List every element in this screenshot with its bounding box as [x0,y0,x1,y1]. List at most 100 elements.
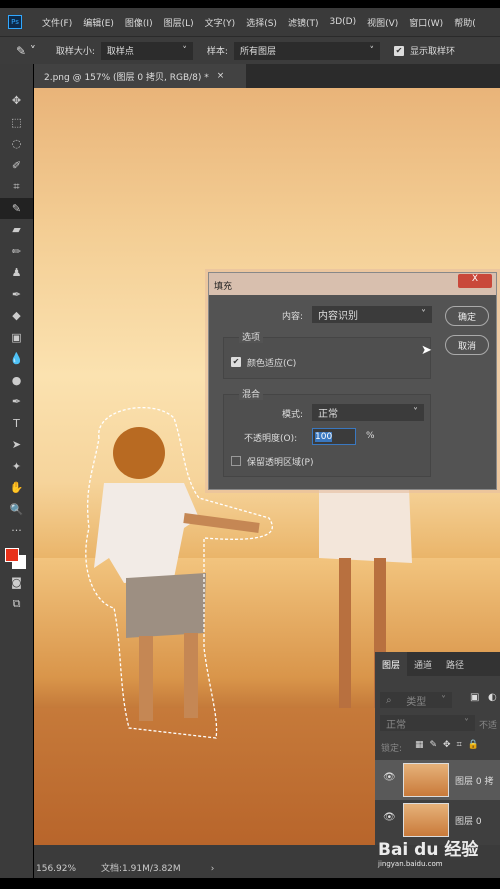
opacity-unit: % [366,431,375,441]
close-tab-icon[interactable]: × [217,71,225,81]
blend-mode-select[interactable]: 正常 ˅ [380,715,475,731]
mode-value: 正常 [318,409,338,420]
more-tools-icon[interactable]: ··· [0,520,33,542]
eraser-tool-icon[interactable]: ◆ [0,305,33,327]
menu-select[interactable]: 选择(S) [246,16,277,29]
color-adapt-checkbox[interactable]: ✔ [231,357,241,367]
color-adapt-label: 颜色适应(C) [247,359,297,369]
menu-filter[interactable]: 滤镜(T) [288,16,319,29]
sample-select[interactable]: 所有图层 ˅ [233,41,380,60]
content-label: 内容: [282,312,304,322]
menu-view[interactable]: 视图(V) [367,16,398,29]
menu-layer[interactable]: 图层(L) [164,16,194,29]
menu-image[interactable]: 图像(I) [125,16,153,29]
sample-value: 所有图层 [239,47,276,57]
dodge-tool-icon[interactable]: ● [0,370,33,392]
baidu-watermark: Bai du 经验 jingyan.baidu.com [378,835,478,868]
preserve-transparency-label: 保留透明区域(P) [247,458,314,468]
options-group-label: 选项 [239,330,264,343]
menu-window[interactable]: 窗口(W) [409,16,443,29]
brush-tool-icon[interactable]: ✏ [0,241,33,263]
show-ring-checkbox[interactable]: ✔ [393,45,404,56]
opacity-value: 100 [315,432,333,442]
lasso-tool-icon[interactable]: ◌ [0,133,33,155]
tab-paths[interactable]: 路径 [439,652,471,676]
layer-thumbnail [403,763,449,797]
status-arrow-icon[interactable]: › [211,864,215,874]
layer-row[interactable]: 👁 图层 0 [375,800,500,840]
layer-row[interactable]: 👁 图层 0 拷 [375,760,500,800]
quick-mask-icon[interactable]: ◙ [0,572,33,594]
screen-mode-icon[interactable]: ⧉ [0,593,33,615]
content-value: 内容识别 [318,311,358,322]
mode-label: 模式: [282,410,304,420]
healing-brush-icon[interactable]: ▰ [0,219,33,241]
layer-opacity-label: 不适 [479,721,498,731]
eyedropper-tool-icon[interactable]: ✎ [0,197,33,219]
opacity-label: 不透明度(O): [244,434,298,444]
dialog-close-button[interactable]: X [458,274,492,288]
shape-tool-icon[interactable]: ✦ [0,456,33,478]
stamp-tool-icon[interactable]: ♟ [0,262,33,284]
menu-bar: Ps 文件(F) 编辑(E) 图像(I) 图层(L) 文字(Y) 选择(S) 滤… [0,8,500,36]
sample-size-value: 取样点 [106,47,134,57]
options-bar: ✎ ˅ 取样大小: 取样点 ˅ 样本: 所有图层 ˅ ✔ 显示取样环 [0,36,500,64]
chevron-down-icon: ˅ [369,45,374,56]
eye-icon[interactable]: 👁 [383,772,396,783]
lock-icons[interactable]: ▦✎✥⌗🔒 [415,740,485,750]
opacity-input[interactable]: 100 [312,428,356,445]
foreground-color-swatch[interactable] [5,547,19,562]
sample-size-select[interactable]: 取样点 ˅ [100,41,193,60]
crop-tool-icon[interactable]: ⌗ [0,176,33,198]
search-icon: ⌕ [386,694,392,706]
quick-select-tool-icon[interactable]: ✐ [0,155,33,177]
hand-tool-icon[interactable]: ✋ [0,477,33,499]
blend-mode-value: 正常 [386,719,406,731]
lock-label: 锁定: [381,744,403,754]
preserve-transparency-checkbox[interactable] [231,456,241,466]
tab-layers[interactable]: 图层 [375,652,408,676]
document-tab-title: 2.png @ 157% (图层 0 拷贝, RGB/8) * [44,72,209,83]
chevron-down-icon: ˅ [182,45,187,56]
type-tool-icon[interactable]: T [0,413,33,435]
menu-edit[interactable]: 编辑(E) [83,16,114,29]
eyedropper-preset-icon[interactable]: ✎ ˅ [16,44,36,58]
menu-3d[interactable]: 3D(D) [329,17,356,27]
gradient-tool-icon[interactable]: ▣ [0,327,33,349]
tab-channels[interactable]: 通道 [407,652,439,676]
pen-tool-icon[interactable]: ✒ [0,391,33,413]
layer-name: 图层 0 [455,816,482,827]
mode-select[interactable]: 正常 ˅ [312,404,424,421]
show-ring-label: 显示取样环 [409,47,455,57]
sample-label: 样本: [206,47,228,57]
cancel-button[interactable]: 取消 [445,335,489,355]
mouse-cursor-icon: ➤ [421,343,432,358]
tools-panel: ✥ ⬚ ◌ ✐ ⌗ ✎ ▰ ✏ ♟ ✒ ◆ ▣ 💧 ● ✒ T ➤ ✦ ✋ 🔍 … [0,64,33,878]
document-tab-bar: 2.png @ 157% (图层 0 拷贝, RGB/8) * × [34,64,500,88]
color-swatches[interactable] [0,542,33,572]
fill-dialog: 填充 X 内容: 内容识别 ˅ 确定 取消 选项 ✔ 颜色适应(C) 混合 模式:… [208,272,497,490]
watermark-text: Bai du 经验 [378,840,479,860]
path-select-icon[interactable]: ➤ [0,434,33,456]
adjustment-filter-icon[interactable]: ◐ [488,692,497,703]
sample-size-label: 取样大小: [55,47,95,57]
layer-filter-value: 类型 [406,696,427,708]
move-tool-icon[interactable]: ✥ [0,90,33,112]
zoom-tool-icon[interactable]: 🔍 [0,499,33,521]
blur-tool-icon[interactable]: 💧 [0,348,33,370]
menu-file[interactable]: 文件(F) [42,16,72,29]
document-tab[interactable]: 2.png @ 157% (图层 0 拷贝, RGB/8) * × [34,64,246,88]
content-select[interactable]: 内容识别 ˅ [312,306,432,323]
layer-thumbnail [403,803,449,837]
chevron-down-icon: ˅ [413,407,418,418]
history-brush-icon[interactable]: ✒ [0,284,33,306]
eye-icon[interactable]: 👁 [383,812,396,823]
menu-help[interactable]: 帮助( [454,16,476,29]
image-filter-icon[interactable]: ▣ [470,692,479,703]
menu-type[interactable]: 文字(Y) [205,16,236,29]
marquee-tool-icon[interactable]: ⬚ [0,112,33,134]
chevron-down-icon: ˅ [421,309,426,320]
layer-filter-input[interactable]: ⌕ 类型 ˅ [380,692,452,708]
ok-button[interactable]: 确定 [445,306,489,326]
zoom-level[interactable]: 156.92% [36,864,101,874]
